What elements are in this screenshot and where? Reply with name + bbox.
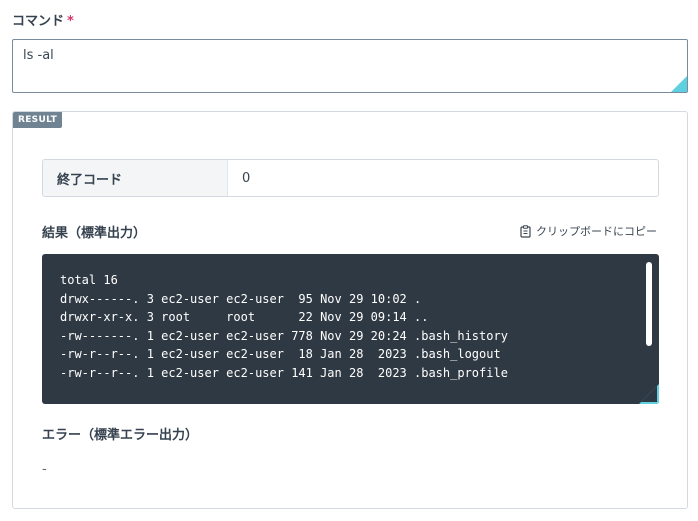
result-badge: RESULT <box>13 112 63 128</box>
output-resize-handle-inner <box>641 386 657 402</box>
command-input-value[interactable]: ls -al <box>23 48 54 63</box>
exit-code-label: 終了コード <box>43 160 228 196</box>
command-label-text: コマンド <box>12 14 65 29</box>
command-input[interactable]: ls -al <box>12 39 688 93</box>
resize-handle[interactable] <box>671 76 687 92</box>
exit-code-value: 0 <box>242 170 251 186</box>
stderr-value: - <box>42 462 47 477</box>
stdout-output: total 16 drwx------. 3 ec2-user ec2-user… <box>42 254 659 404</box>
stdout-label: 結果（標準出力） <box>42 226 147 241</box>
clipboard-icon <box>520 224 531 238</box>
stdout-text: total 16 drwx------. 3 ec2-user ec2-user… <box>60 273 508 380</box>
scrollbar-thumb[interactable] <box>646 262 652 346</box>
exit-code-row: 終了コード 0 <box>42 159 659 197</box>
command-label: コマンド * <box>12 10 74 29</box>
copy-to-clipboard-button[interactable]: クリップボードにコピー <box>520 223 657 239</box>
copy-button-label: クリップボードにコピー <box>536 225 657 238</box>
result-panel: RESULT 終了コード 0 結果（標準出力） クリップボードにコピー tota… <box>12 111 688 509</box>
required-mark: * <box>67 14 74 29</box>
stderr-label: エラー（標準エラー出力） <box>42 428 199 443</box>
